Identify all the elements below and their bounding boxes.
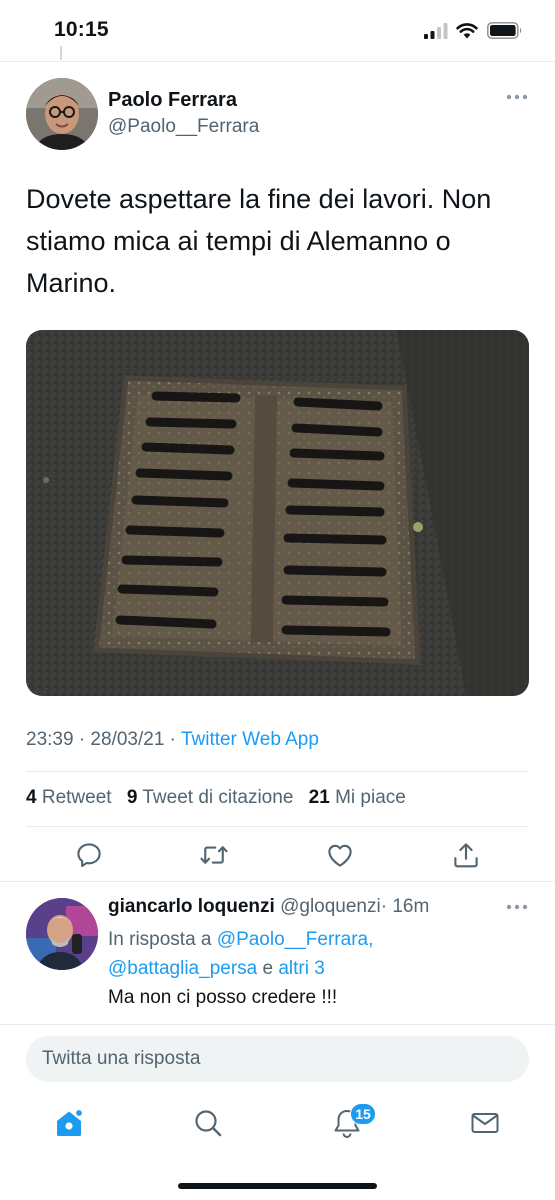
retweets-label: Retweet [41,787,112,808]
mention-link[interactable]: @battaglia_persa [108,958,257,979]
thread-connector [60,46,62,60]
author-name[interactable]: Paolo Ferrara [108,89,237,112]
timestamp-text: 23:39 · 28/03/21 · [26,729,181,750]
others-link[interactable]: altri 3 [278,958,324,979]
like-button[interactable] [325,840,355,870]
cellular-signal-icon [424,23,448,39]
tweet-timestamp: 23:39 · 28/03/21 · Twitter Web App [26,729,319,751]
search-icon [195,1110,222,1137]
divider [0,881,555,882]
tab-home[interactable] [52,1106,86,1140]
reply-button[interactable] [74,840,104,870]
wifi-icon [456,23,478,39]
source-link[interactable]: Twitter Web App [181,729,319,750]
quotes-count: 9 [126,787,138,808]
tweet-image[interactable] [26,330,529,696]
likes-label: Mi piace [335,787,406,808]
retweet-icon [200,846,228,864]
more-options-icon[interactable] [505,902,529,912]
home-icon [57,1108,84,1136]
retweet-button[interactable] [199,840,229,870]
reply-icon [77,843,101,868]
more-options-icon[interactable] [505,92,529,102]
share-button[interactable] [451,840,481,870]
likes-stat[interactable]: 21 Mi piace [309,787,406,808]
drain-grate-photo [26,330,529,696]
retweets-count: 4 [26,787,37,808]
quotes-stat[interactable]: 9 Tweet di citazione [127,787,294,808]
author-avatar[interactable] [26,78,98,150]
home-indicator[interactable] [178,1183,377,1189]
avatar-image [26,78,98,150]
avatar-image [26,898,98,970]
replying-to: In risposta a @Paolo__Ferrara, @battagli… [108,925,508,983]
retweets-stat[interactable]: 4 Retweet [26,787,112,808]
notifications-badge: 15 [350,1103,376,1125]
divider [26,771,529,772]
status-bar: 10:15 [0,0,555,62]
reply-and: e [257,958,279,979]
reply-prefix: In risposta a [108,929,217,950]
divider [26,826,529,827]
like-icon [328,844,352,867]
tab-search[interactable] [191,1106,225,1140]
reply-input[interactable] [26,1036,529,1082]
reply-header: giancarlo loquenzi @gloquenzi· 16m [108,896,429,918]
share-icon [454,843,478,868]
reply-time: · 16m [380,896,430,917]
divider [0,61,555,62]
tab-messages[interactable] [468,1106,502,1140]
reply-text: Ma non ci posso credere !!! [108,987,338,1008]
reply-author-name[interactable]: giancarlo loquenzi [108,896,275,917]
tweet-stats: 4 Retweet 9 Tweet di citazione 21 Mi pia… [26,787,406,809]
status-time: 10:15 [54,18,109,41]
messages-icon [471,1113,499,1133]
mention-link[interactable]: @Paolo__Ferrara, [217,929,374,950]
reply-author-avatar[interactable] [26,898,98,970]
likes-count: 21 [308,787,330,808]
battery-icon [487,22,522,39]
author-handle[interactable]: @Paolo__Ferrara [108,116,259,138]
reply-author-handle[interactable]: @gloquenzi [280,896,381,917]
quotes-label: Tweet di citazione [142,787,294,808]
tweet-text: Dovete aspettare la fine dei lavori. Non… [26,184,492,298]
